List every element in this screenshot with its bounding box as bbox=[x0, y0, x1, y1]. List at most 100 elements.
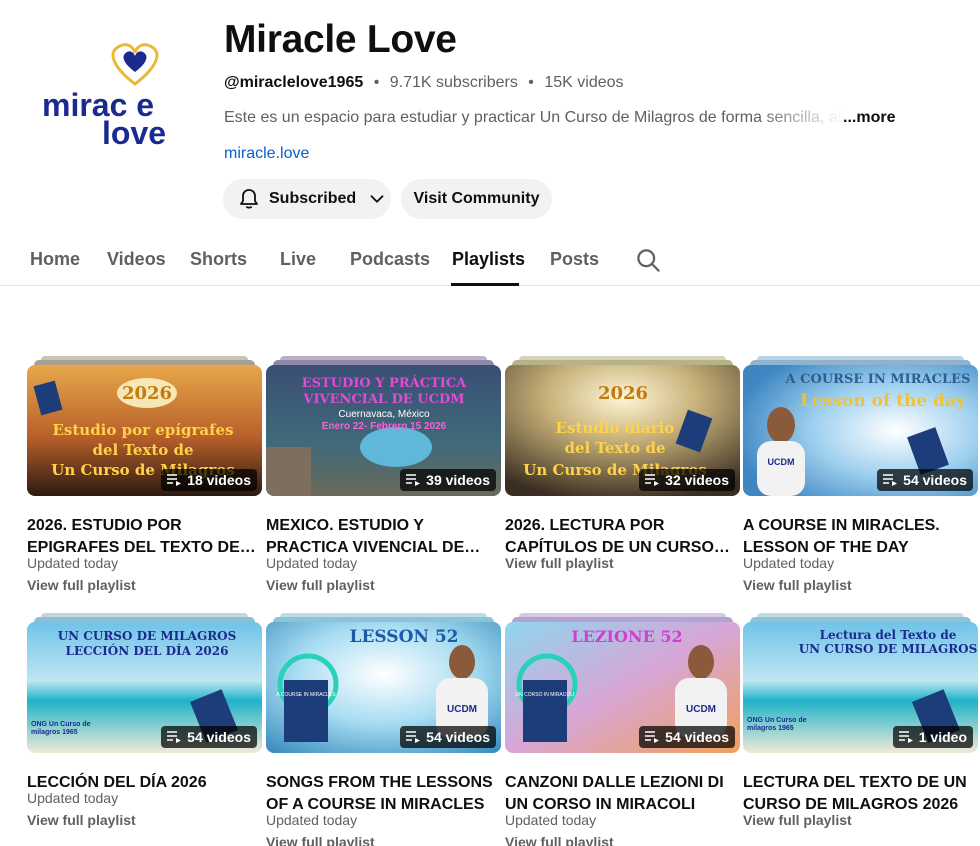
thumb-line1: LESSON 52 bbox=[349, 627, 458, 647]
channel-description[interactable]: Este es un espacio para estudiar y pract… bbox=[224, 109, 844, 127]
playlist-updated: Updated today bbox=[27, 790, 119, 806]
video-count-badge: 1 video bbox=[892, 726, 973, 748]
channel-name: Miracle Love bbox=[224, 18, 457, 61]
chevron-down-icon bbox=[370, 195, 384, 203]
playlist-icon bbox=[406, 474, 421, 486]
playlist-title[interactable]: LECTURA DEL TEXTO DE UN CURSO DE MILAGRO… bbox=[743, 772, 978, 816]
playlist-title[interactable]: MEXICO. ESTUDIO Y PRACTICA VIVENCIAL DE … bbox=[266, 515, 501, 559]
channel-handle: @miraclelove1965 bbox=[224, 74, 364, 91]
search-icon[interactable] bbox=[635, 247, 662, 274]
thumb-line1: A COURSE IN MIRACLES bbox=[785, 372, 971, 387]
channel-link[interactable]: miracle.love bbox=[224, 145, 309, 163]
meta-separator: • bbox=[528, 74, 534, 91]
visit-community-button[interactable]: Visit Community bbox=[401, 179, 552, 219]
playlist-updated: Updated today bbox=[266, 555, 358, 571]
playlist-updated: Updated today bbox=[743, 555, 835, 571]
playlist-title[interactable]: 2026. LECTURA POR CAPÍTULOS DE UN CURSO … bbox=[505, 515, 740, 559]
thumb-line2: LECCIÓN DEL DÍA 2026 bbox=[66, 642, 229, 658]
bell-icon bbox=[240, 189, 258, 209]
view-full-playlist-link[interactable]: View full playlist bbox=[27, 812, 136, 828]
playlist-thumbnail[interactable]: 2026 Estudio diario del Texto de Un Curs… bbox=[505, 365, 740, 496]
thumb-line2: Estudio diario bbox=[556, 419, 675, 437]
logo-word-love: love bbox=[102, 115, 166, 151]
view-full-playlist-link[interactable]: View full playlist bbox=[505, 834, 614, 846]
thumb-line2: Lesson of the day bbox=[800, 391, 967, 411]
playlist-updated: Updated today bbox=[266, 812, 358, 828]
channel-tabs: Home Videos Shorts Live Podcasts Playlis… bbox=[0, 238, 980, 286]
channel-avatar[interactable]: mirac e love bbox=[28, 42, 198, 152]
thumb-line3: UCDM bbox=[686, 704, 716, 715]
video-count-label: 32 videos bbox=[665, 472, 729, 488]
thumb-line2: Estudio por epígrafes bbox=[52, 421, 233, 439]
playlist-title[interactable]: CANZONI DALLE LEZIONI DI UN CORSO IN MIR… bbox=[505, 772, 740, 816]
playlist-icon bbox=[898, 731, 913, 743]
playlist-thumbnail[interactable]: ESTUDIO Y PRÁCTICA VIVENCIAL DE UCDM Cue… bbox=[266, 365, 501, 496]
video-count-badge: 54 videos bbox=[161, 726, 257, 748]
view-full-playlist-link[interactable]: View full playlist bbox=[743, 812, 852, 828]
video-count-label: 1 video bbox=[918, 729, 967, 745]
tab-videos[interactable]: Videos bbox=[107, 249, 166, 270]
playlist-thumbnail[interactable]: UN CURSO DE MILAGROS LECCIÓN DEL DÍA 202… bbox=[27, 622, 262, 753]
playlist-title[interactable]: 2026. ESTUDIO POR EPIGRAFES DEL TEXTO DE… bbox=[27, 515, 262, 559]
view-full-playlist-link[interactable]: View full playlist bbox=[266, 834, 375, 846]
more-link[interactable]: ...more bbox=[843, 109, 895, 127]
thumb-line4: Enero 22- Febrero 15 2026 bbox=[322, 421, 447, 432]
thumb-line4: milagros 1965 bbox=[31, 729, 78, 736]
video-count-label: 54 videos bbox=[903, 472, 967, 488]
thumb-line1: ESTUDIO Y PRÁCTICA bbox=[302, 375, 467, 391]
thumb-line1: LEZIONE 52 bbox=[571, 627, 682, 646]
video-count-badge: 54 videos bbox=[639, 726, 735, 748]
subscriber-count: 9.71K subscribers bbox=[389, 74, 518, 91]
video-count-label: 39 videos bbox=[426, 472, 490, 488]
subscribed-button[interactable]: Subscribed bbox=[223, 179, 391, 219]
view-full-playlist-link[interactable]: View full playlist bbox=[743, 577, 852, 593]
thumb-line3: Cuernavaca, México bbox=[338, 409, 430, 420]
tab-podcasts[interactable]: Podcasts bbox=[350, 249, 430, 270]
thumb-line3: del Texto de bbox=[92, 441, 193, 459]
thumb-line3: UCDM bbox=[768, 457, 795, 467]
view-full-playlist-link[interactable]: View full playlist bbox=[266, 577, 375, 593]
thumb-line2: A COURSE IN MIRACLES bbox=[276, 692, 336, 698]
video-count-badge: 54 videos bbox=[400, 726, 496, 748]
playlist-icon bbox=[645, 731, 660, 743]
playlist-thumbnail[interactable]: LESSON 52 A COURSE IN MIRACLES UCDM 54 v… bbox=[266, 622, 501, 753]
playlist-title[interactable]: SONGS FROM THE LESSONS OF A COURSE IN MI… bbox=[266, 772, 501, 816]
video-count-badge: 39 videos bbox=[400, 469, 496, 491]
video-count: 15K videos bbox=[544, 74, 624, 91]
channel-meta: @miraclelove1965 • 9.71K subscribers • 1… bbox=[224, 74, 624, 92]
playlist-icon bbox=[406, 731, 421, 743]
video-count-label: 54 videos bbox=[665, 729, 729, 745]
thumb-line4: milagros 1965 bbox=[747, 725, 794, 732]
thumb-line3: ONG Un Curso de bbox=[31, 721, 91, 728]
thumb-line2: UN CORSO IN MIRACOLI bbox=[516, 692, 575, 698]
tab-playlists[interactable]: Playlists bbox=[452, 249, 525, 270]
video-count-label: 54 videos bbox=[187, 729, 251, 745]
thumb-line1: UN CURSO DE MILAGROS bbox=[58, 629, 237, 643]
subscribed-label: Subscribed bbox=[269, 190, 357, 207]
playlist-icon bbox=[645, 474, 660, 486]
playlist-icon bbox=[167, 731, 182, 743]
playlist-icon bbox=[167, 474, 182, 486]
playlist-thumbnail[interactable]: Lectura del Texto de UN CURSO DE MILAGRO… bbox=[743, 622, 978, 753]
playlist-title[interactable]: A COURSE IN MIRACLES. LESSON OF THE DAY bbox=[743, 515, 978, 559]
video-count-label: 54 videos bbox=[426, 729, 490, 745]
playlist-thumbnail[interactable]: LEZIONE 52 UN CORSO IN MIRACOLI UCDM 54 … bbox=[505, 622, 740, 753]
tab-shorts[interactable]: Shorts bbox=[190, 249, 247, 270]
thumb-line1: Lectura del Texto de bbox=[820, 628, 957, 642]
tab-posts[interactable]: Posts bbox=[550, 249, 599, 270]
playlist-thumbnail[interactable]: 2026 Estudio por epígrafes del Texto de … bbox=[27, 365, 262, 496]
video-count-badge: 18 videos bbox=[161, 469, 257, 491]
tab-home[interactable]: Home bbox=[30, 249, 80, 270]
thumb-line2: UN CURSO DE MILAGROS bbox=[799, 642, 978, 656]
view-full-playlist-link[interactable]: View full playlist bbox=[27, 577, 136, 593]
thumb-line3: del Texto de bbox=[564, 439, 665, 457]
playlist-updated: Updated today bbox=[27, 555, 119, 571]
playlist-thumbnail[interactable]: A COURSE IN MIRACLES Lesson of the day U… bbox=[743, 365, 978, 496]
video-count-badge: 32 videos bbox=[639, 469, 735, 491]
meta-separator: • bbox=[373, 74, 380, 91]
thumb-line1: 2026 bbox=[122, 383, 172, 404]
tab-live[interactable]: Live bbox=[280, 249, 316, 270]
heart-logo-icon bbox=[111, 43, 159, 86]
playlist-icon bbox=[883, 474, 898, 486]
view-full-playlist-link[interactable]: View full playlist bbox=[505, 555, 614, 571]
